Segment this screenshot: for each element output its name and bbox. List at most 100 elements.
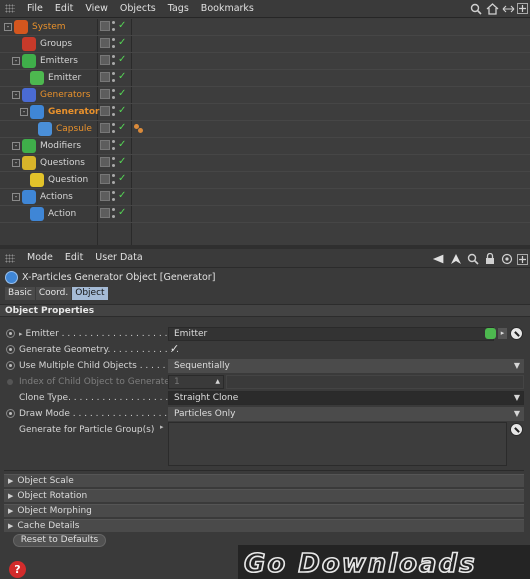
visibility-dots-icon[interactable] [112,174,116,184]
animate-dot-icon[interactable] [6,345,15,354]
visibility-dots-icon[interactable] [112,191,116,201]
panel-grip-icon[interactable] [5,253,15,263]
clone-type-dropdown[interactable]: Straight Clone ▼ [168,391,524,405]
use-multiple-child-objects-dropdown[interactable]: Sequentially ▼ [168,359,524,373]
layer-swatch-icon[interactable] [100,174,110,184]
layer-swatch-icon[interactable] [100,123,110,133]
tree-row[interactable]: - Generators ✓ [0,87,530,104]
enabled-check-icon[interactable]: ✓ [118,140,126,150]
enabled-check-icon[interactable]: ✓ [118,106,126,116]
enabled-check-icon[interactable]: ✓ [118,38,126,48]
visibility-dots-icon[interactable] [112,208,116,218]
layer-swatch-icon[interactable] [100,89,110,99]
layer-swatch-icon[interactable] [100,72,110,82]
section-object-scale[interactable]: ▶ Object Scale [4,474,524,487]
draw-mode-dropdown[interactable]: Particles Only ▼ [168,407,524,421]
section-object-rotation[interactable]: ▶ Object Rotation [4,489,524,502]
layer-swatch-icon[interactable] [100,191,110,201]
tree-row-name[interactable]: Groups [12,36,72,52]
tree-row-name[interactable]: Action [20,206,76,222]
enabled-check-icon[interactable]: ✓ [118,21,126,31]
visibility-dots-icon[interactable] [112,55,116,65]
tree-row-name[interactable]: Capsule [28,121,92,137]
arrows-icon[interactable] [501,1,515,16]
up-arrow-icon[interactable] [449,251,463,266]
tree-row[interactable]: Question ✓ [0,172,530,189]
collapse-toggle-icon[interactable]: - [12,57,20,65]
new-window-icon[interactable] [517,3,528,14]
tab-object[interactable]: Object [72,287,108,300]
search-icon[interactable] [466,251,480,266]
collapse-toggle-icon[interactable]: - [4,23,12,31]
tree-row[interactable]: - Generator ✓ [0,104,530,121]
visibility-dots-icon[interactable] [112,89,116,99]
tab-coord[interactable]: Coord. [35,287,72,300]
tree-row-name[interactable]: - Emitters [12,53,78,69]
enabled-check-icon[interactable]: ✓ [118,174,126,184]
visibility-dots-icon[interactable] [112,38,116,48]
particle-tag-icon[interactable] [134,124,144,134]
tree-row-name[interactable]: - Modifiers [12,138,81,154]
tree-row[interactable]: Emitter ✓ [0,70,530,87]
home-icon[interactable] [485,1,499,16]
visibility-dots-icon[interactable] [112,21,116,31]
tree-row-name[interactable]: Question [20,172,88,188]
panel-grip-icon[interactable] [5,4,15,13]
expand-triangle-icon[interactable]: ▸ [160,423,164,431]
layer-swatch-icon[interactable] [100,140,110,150]
enabled-check-icon[interactable]: ✓ [118,123,126,133]
tree-row-name[interactable]: - System [4,19,66,35]
menu-bookmarks[interactable]: Bookmarks [195,0,260,18]
pick-group-icon[interactable] [510,423,523,436]
collapse-toggle-icon[interactable]: - [12,91,20,99]
help-icon[interactable]: ? [9,561,26,578]
tree-row-name[interactable]: - Generator [20,104,99,120]
enabled-check-icon[interactable]: ✓ [118,208,126,218]
tab-basic[interactable]: Basic [5,287,35,300]
tree-row[interactable]: - Emitters ✓ [0,53,530,70]
generate-geometry-checkbox[interactable]: ✓ [170,342,179,355]
emitter-link-field[interactable]: Emitter [168,327,494,341]
tree-row-name[interactable]: - Questions [12,155,85,171]
visibility-dots-icon[interactable] [112,140,116,150]
reset-to-defaults-button[interactable]: Reset to Defaults [13,534,106,547]
menu-objects[interactable]: Objects [114,0,162,18]
menu-edit[interactable]: Edit [49,0,79,18]
layer-swatch-icon[interactable] [100,157,110,167]
expand-triangle-icon[interactable]: ▸ [19,330,23,338]
tree-row-name[interactable]: - Actions [12,189,73,205]
menu-edit[interactable]: Edit [59,249,89,267]
layer-swatch-icon[interactable] [100,21,110,31]
enabled-check-icon[interactable]: ✓ [118,55,126,65]
tree-row-name[interactable]: Emitter [20,70,81,86]
menu-view[interactable]: View [79,0,114,18]
tree-row[interactable]: Groups ✓ [0,36,530,53]
tree-row-name[interactable]: - Generators [12,87,90,103]
layer-swatch-icon[interactable] [100,106,110,116]
enabled-check-icon[interactable]: ✓ [118,72,126,82]
visibility-dots-icon[interactable] [112,106,116,116]
animate-dot-icon[interactable] [6,361,15,370]
menu-user-data[interactable]: User Data [89,249,148,267]
enabled-check-icon[interactable]: ✓ [118,157,126,167]
collapse-toggle-icon[interactable]: - [12,142,20,150]
menu-file[interactable]: File [21,0,49,18]
search-icon[interactable] [469,1,483,16]
collapse-toggle-icon[interactable]: - [20,108,28,116]
new-window-icon[interactable] [517,254,528,265]
tree-row[interactable]: - Actions ✓ [0,189,530,206]
collapse-toggle-icon[interactable]: - [12,159,20,167]
animate-dot-icon[interactable] [6,329,15,338]
pick-object-icon[interactable] [510,327,523,340]
lock-icon[interactable] [483,251,497,266]
section-cache-details[interactable]: ▶ Cache Details [4,519,524,532]
target-icon[interactable] [500,251,514,266]
layer-swatch-icon[interactable] [100,55,110,65]
layer-swatch-icon[interactable] [100,38,110,48]
menu-tags[interactable]: Tags [162,0,195,18]
tree-row[interactable]: Capsule ✓ [0,121,530,138]
tree-row[interactable]: - Modifiers ✓ [0,138,530,155]
collapse-toggle-icon[interactable]: - [12,193,20,201]
tree-row[interactable]: Action ✓ [0,206,530,223]
visibility-dots-icon[interactable] [112,123,116,133]
